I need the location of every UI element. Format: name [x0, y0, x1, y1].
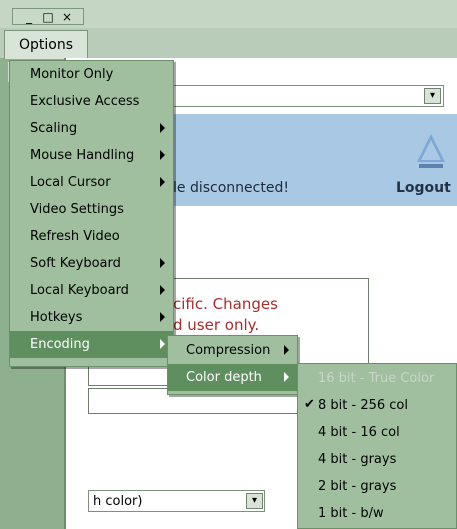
- color-select[interactable]: h color) ▾: [88, 490, 265, 512]
- menu-item-soft-keyboard[interactable]: Soft Keyboard: [10, 250, 173, 277]
- minimize-button[interactable]: _: [22, 10, 36, 24]
- color-select-value: h color): [93, 494, 143, 509]
- notice-text: cific. Changes d user only.: [173, 294, 278, 336]
- logout-link[interactable]: Logout: [396, 180, 451, 196]
- menu-item-exclusive-access[interactable]: Exclusive Access: [10, 88, 173, 115]
- submenu-arrow-icon: [160, 123, 165, 133]
- menu-item-monitor-only[interactable]: Monitor Only: [10, 61, 173, 88]
- check-icon: ✔: [304, 397, 315, 412]
- menu-item-1-bit-bw[interactable]: 1 bit - b/w: [298, 500, 456, 527]
- options-menu-tab[interactable]: Options: [4, 30, 88, 59]
- submenu-arrow-icon: [284, 345, 289, 355]
- menu-item-local-cursor[interactable]: Local Cursor: [10, 169, 173, 196]
- menu-item-refresh-video[interactable]: Refresh Video: [10, 223, 173, 250]
- menu-item-hotkeys[interactable]: Hotkeys: [10, 304, 173, 331]
- menu-item-local-keyboard[interactable]: Local Keyboard: [10, 277, 173, 304]
- submenu-arrow-icon: [160, 150, 165, 160]
- menu-item-scaling[interactable]: Scaling: [10, 115, 173, 142]
- chevron-down-icon[interactable]: ▾: [424, 88, 441, 104]
- chevron-down-icon[interactable]: ▾: [246, 493, 263, 509]
- menu-item-4-bit-grays[interactable]: 4 bit - grays: [298, 446, 456, 473]
- top-dropdown[interactable]: ▾: [172, 85, 444, 107]
- menu-item-video-settings[interactable]: Video Settings: [10, 196, 173, 223]
- submenu-arrow-icon: [284, 372, 289, 382]
- window-controls: _ □ ×: [12, 8, 84, 25]
- submenu-arrow-icon: [160, 258, 165, 268]
- menu-item-4-bit-16-col[interactable]: 4 bit - 16 col: [298, 419, 456, 446]
- submenu-arrow-icon: [160, 312, 165, 322]
- menu-item-16-bit-true-color[interactable]: 16 bit - True Color: [298, 365, 456, 392]
- menu-item-color-depth[interactable]: Color depth: [168, 364, 297, 391]
- encoding-submenu: Compression Color depth: [167, 335, 298, 395]
- close-button[interactable]: ×: [60, 10, 74, 24]
- options-menu: Monitor Only Exclusive Access Scaling Mo…: [9, 60, 174, 367]
- menu-item-8-bit-256-col[interactable]: ✔ 8 bit - 256 col: [298, 392, 456, 419]
- color-depth-submenu: 16 bit - True Color ✔ 8 bit - 256 col 4 …: [297, 363, 457, 529]
- submenu-arrow-icon: [160, 285, 165, 295]
- menu-item-compression[interactable]: Compression: [168, 337, 297, 364]
- logo-icon: [417, 134, 445, 168]
- maximize-button[interactable]: □: [41, 10, 55, 24]
- connection-status: le disconnected!: [173, 180, 289, 196]
- submenu-arrow-icon: [160, 339, 165, 349]
- notice-line-2: d user only.: [173, 316, 260, 334]
- menu-item-encoding[interactable]: Encoding: [10, 331, 173, 358]
- notice-line-1: cific. Changes: [173, 295, 278, 313]
- submenu-arrow-icon: [160, 177, 165, 187]
- menu-item-2-bit-grays[interactable]: 2 bit - grays: [298, 473, 456, 500]
- menu-item-mouse-handling[interactable]: Mouse Handling: [10, 142, 173, 169]
